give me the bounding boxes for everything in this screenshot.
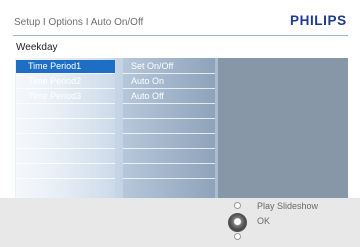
row-divider xyxy=(16,103,115,104)
menu-column-time-periods: Time Period1 Time Period2 Time Period3 xyxy=(16,58,115,198)
row-divider xyxy=(123,103,215,104)
row-divider xyxy=(123,163,215,164)
header-divider xyxy=(13,35,348,36)
brand-logo: PHILIPS xyxy=(290,13,347,28)
row-divider xyxy=(16,133,115,134)
control-hint-bar: Play Slideshow OK xyxy=(0,198,360,247)
row-divider xyxy=(123,118,215,119)
play-slideshow-hint: Play Slideshow xyxy=(257,201,319,211)
preview-pane xyxy=(218,58,348,198)
menu-item-time-period-2[interactable]: Time Period2 xyxy=(28,75,81,88)
row-divider xyxy=(123,88,215,89)
row-divider xyxy=(16,118,115,119)
ok-hint: OK xyxy=(257,216,271,226)
row-divider xyxy=(16,73,115,74)
menu-item-set-on-off[interactable]: Set On/Off xyxy=(131,60,173,73)
screen: Setup I Options I Auto On/Off PHILIPS We… xyxy=(0,0,360,247)
menu-item-auto-on[interactable]: Auto On xyxy=(131,75,164,88)
nav-down-dot-icon xyxy=(234,233,241,240)
row-divider xyxy=(123,148,215,149)
menu-item-auto-off[interactable]: Auto Off xyxy=(131,90,164,103)
nav-up-dot-icon xyxy=(234,202,241,209)
menu-column-options: Set On/Off Auto On Auto Off xyxy=(123,58,215,198)
page-title: Weekday xyxy=(16,42,58,53)
row-divider xyxy=(123,133,215,134)
joystick-icon[interactable] xyxy=(228,213,247,232)
row-divider xyxy=(16,178,115,179)
row-divider xyxy=(123,73,215,74)
row-divider xyxy=(16,88,115,89)
row-divider xyxy=(123,178,215,179)
menu-item-time-period-1[interactable]: Time Period1 xyxy=(16,60,115,73)
header: Setup I Options I Auto On/Off PHILIPS xyxy=(0,0,360,36)
row-divider xyxy=(16,148,115,149)
breadcrumb: Setup I Options I Auto On/Off xyxy=(14,17,144,28)
row-divider xyxy=(16,163,115,164)
menu-item-time-period-3[interactable]: Time Period3 xyxy=(28,90,81,103)
